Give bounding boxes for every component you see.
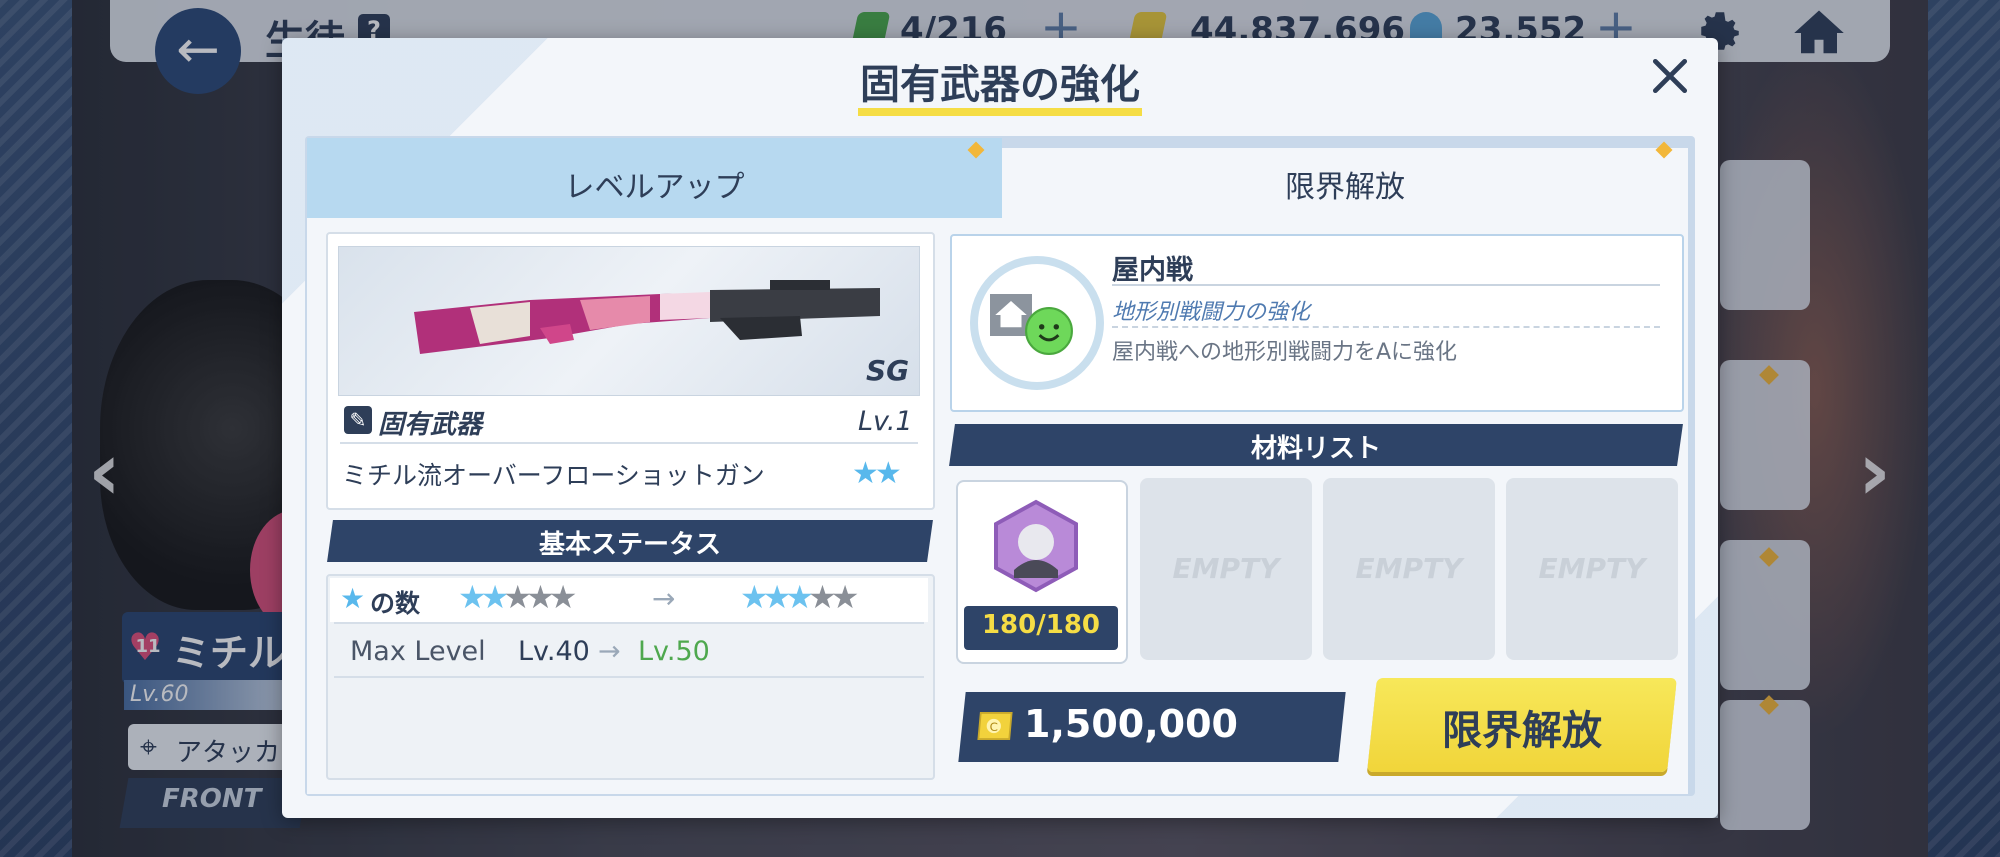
material-count: 180/180 bbox=[981, 610, 1101, 640]
star-count-label: の数 bbox=[370, 589, 421, 618]
cost-amount: 1,500,000 bbox=[1024, 702, 1238, 746]
svg-text:C: C bbox=[990, 720, 998, 734]
tab-level-up[interactable]: レベルアップ bbox=[307, 138, 1002, 218]
star-empty-icon: ★ bbox=[808, 578, 837, 616]
star-filled-icon: ★ bbox=[785, 578, 814, 616]
divider bbox=[340, 442, 918, 444]
skill-subtitle: 地形別戦闘力の強化 bbox=[1112, 300, 1311, 325]
divider bbox=[1112, 326, 1660, 328]
weapon-category: 固有武器 bbox=[378, 410, 483, 440]
empty-label: EMPTY bbox=[1172, 552, 1280, 585]
weapon-name: ミチル流オーバーフローショットガン bbox=[342, 461, 765, 490]
smile-icon bbox=[1025, 307, 1073, 355]
star-filled-icon: ★ bbox=[458, 578, 487, 616]
divider bbox=[334, 622, 924, 624]
tab-level-up-label: レベルアップ bbox=[564, 170, 745, 205]
tab-limit-break[interactable]: 限界解放 bbox=[1002, 148, 1688, 218]
material-header: 材料リスト bbox=[1250, 434, 1381, 464]
title-underline bbox=[858, 108, 1142, 116]
stars-before: ★★★★★ bbox=[458, 578, 578, 616]
star-empty-icon: ★ bbox=[503, 578, 532, 616]
star-filled-icon: ★ bbox=[740, 578, 769, 616]
credit-icon: C bbox=[977, 712, 1013, 740]
empty-label: EMPTY bbox=[1538, 552, 1646, 585]
weapon-level: Lv.1 bbox=[858, 406, 913, 437]
max-level-label: Max Level bbox=[350, 636, 486, 667]
skill-name: 屋内戦 bbox=[1112, 255, 1193, 286]
arrow-right-icon: → bbox=[598, 636, 621, 667]
close-icon[interactable] bbox=[1648, 54, 1692, 98]
star-empty-icon: ★ bbox=[830, 578, 860, 616]
max-level-to: Lv.50 bbox=[638, 636, 710, 667]
tab-limit-break-label: 限界解放 bbox=[1285, 170, 1405, 205]
limit-break-button-label: 限界解放 bbox=[1442, 708, 1602, 754]
divider bbox=[334, 676, 924, 678]
skill-description: 屋内戦への地形別戦闘力をAに強化 bbox=[1112, 340, 1458, 365]
star-filled-icon: ★ bbox=[762, 578, 792, 616]
eleph-icon bbox=[994, 499, 1078, 593]
modal-title: 固有武器の強化 bbox=[860, 62, 1140, 108]
max-level-from: Lv.40 bbox=[518, 636, 590, 667]
weapon-category-icon: ✎ bbox=[344, 406, 372, 434]
star-filled-icon: ★ bbox=[480, 578, 510, 616]
empty-label: EMPTY bbox=[1355, 552, 1463, 585]
stars-after: ★★★★★ bbox=[740, 578, 860, 616]
arrow-right-icon: → bbox=[652, 582, 676, 615]
status-header: 基本ステータス bbox=[538, 530, 721, 560]
divider bbox=[1112, 284, 1660, 286]
shotgun-icon bbox=[414, 280, 880, 354]
star-empty-icon: ★ bbox=[548, 578, 578, 616]
weapon-type: SG bbox=[866, 354, 910, 387]
star-icon: ★ bbox=[340, 582, 366, 615]
star-empty-icon: ★ bbox=[526, 578, 555, 616]
weapon-stars: ★★ bbox=[852, 456, 902, 491]
